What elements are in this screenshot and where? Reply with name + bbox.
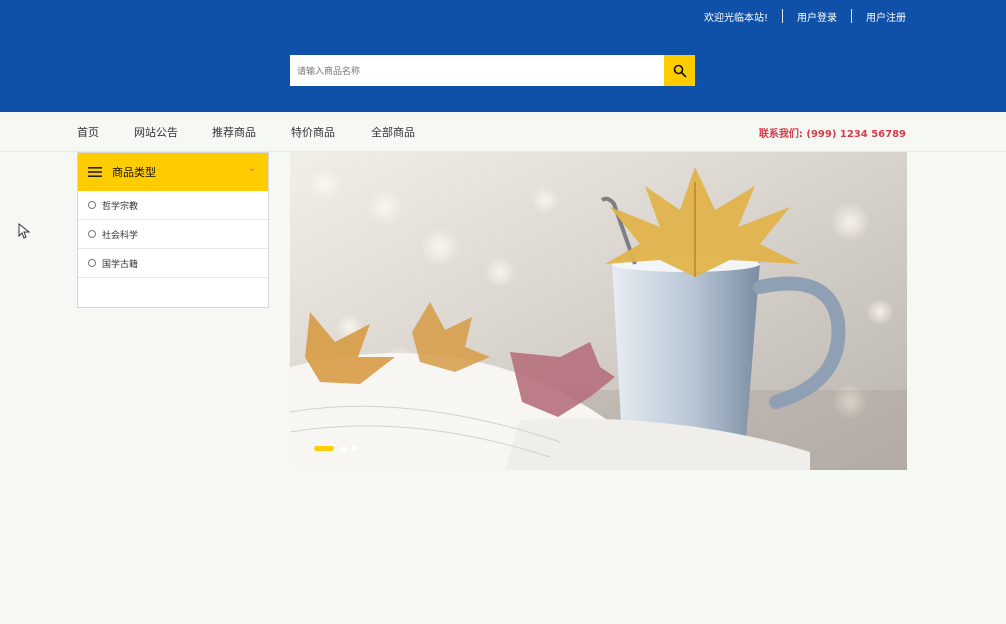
- chevron-down-icon: ⌄: [247, 163, 256, 174]
- category-item-label: 哲学宗教: [102, 201, 139, 212]
- welcome-text: 欢迎光临本站!: [703, 12, 768, 24]
- radio-icon: [88, 259, 96, 267]
- category-item[interactable]: 哲学宗教: [78, 191, 268, 220]
- register-link[interactable]: 用户注册: [866, 9, 906, 24]
- menu-icon: [88, 167, 102, 177]
- carousel-banner[interactable]: [290, 152, 907, 470]
- nav-recommended[interactable]: 推荐商品: [212, 124, 256, 140]
- radio-icon: [88, 230, 96, 238]
- carousel-dot-active[interactable]: [314, 446, 334, 451]
- banner-image: [290, 152, 907, 470]
- category-panel: 商品类型 ⌄ 哲学宗教 社会科学 国学古籍: [77, 152, 269, 308]
- search-button[interactable]: [664, 55, 695, 86]
- divider: [782, 9, 783, 23]
- category-item-label: 社会科学: [102, 230, 139, 241]
- mouse-cursor-icon: [18, 223, 30, 239]
- carousel-dot[interactable]: [341, 446, 347, 451]
- nav-specials[interactable]: 特价商品: [291, 124, 335, 140]
- category-title: 商品类型: [112, 166, 156, 179]
- nav-announcements[interactable]: 网站公告: [134, 124, 178, 140]
- category-item[interactable]: 社会科学: [78, 220, 268, 249]
- category-item[interactable]: 国学古籍: [78, 249, 268, 278]
- nav-all-products[interactable]: 全部商品: [371, 124, 415, 140]
- search-bar: [290, 55, 695, 86]
- nav-home[interactable]: 首页: [77, 124, 99, 140]
- top-links: 欢迎光临本站! 用户登录 用户注册: [704, 8, 906, 24]
- category-header[interactable]: 商品类型 ⌄: [78, 153, 268, 191]
- search-input[interactable]: [290, 55, 664, 86]
- category-item-label: 国学古籍: [102, 259, 139, 270]
- header-bar: 欢迎光临本站! 用户登录 用户注册: [0, 0, 1006, 112]
- login-link[interactable]: 用户登录: [797, 9, 837, 24]
- search-icon: [673, 64, 686, 77]
- radio-icon: [88, 201, 96, 209]
- contact-info: 联系我们: (999) 1234 56789: [758, 129, 906, 140]
- divider: [851, 9, 852, 23]
- main-nav: 首页 网站公告 推荐商品 特价商品 全部商品 联系我们: (999) 1234 …: [0, 112, 1006, 152]
- carousel-dot[interactable]: [351, 446, 357, 451]
